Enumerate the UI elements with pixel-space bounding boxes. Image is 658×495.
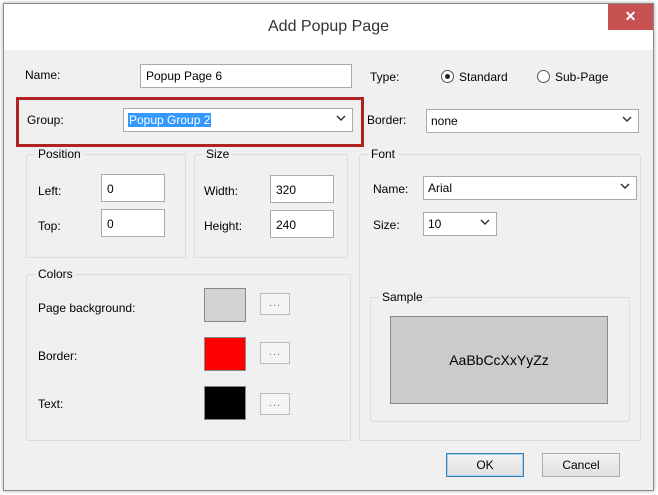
chevron-down-icon: [620, 183, 630, 190]
colors-caption: Colors: [35, 267, 76, 281]
title-bar: Add Popup Page ✕: [4, 4, 653, 50]
top-input[interactable]: 0: [101, 209, 165, 237]
font-caption: Font: [368, 147, 399, 161]
size-group: Size: [194, 147, 348, 258]
sample-preview: AaBbCcXxYyZz: [390, 316, 608, 404]
group-value: Popup Group 2: [128, 113, 212, 127]
chevron-down-icon: [480, 219, 490, 226]
size-caption: Size: [203, 147, 233, 161]
sample-caption: Sample: [379, 290, 426, 304]
font-name-value: Arial: [428, 181, 453, 195]
add-popup-page-dialog: Add Popup Page ✕ Name: Popup Page 6 Type…: [3, 3, 654, 491]
position-group: Position: [26, 147, 186, 258]
width-input[interactable]: 320: [270, 175, 334, 203]
page-background-label: Page background:: [38, 301, 136, 315]
page-background-browse-button[interactable]: ...: [260, 293, 290, 315]
dialog-title: Add Popup Page: [268, 18, 389, 35]
width-label: Width:: [204, 184, 239, 198]
top-label: Top:: [38, 219, 61, 233]
text-color-browse-button[interactable]: ...: [260, 393, 290, 415]
text-color-label: Text:: [38, 397, 64, 411]
type-subpage-radio[interactable]: [537, 70, 550, 83]
border-label: Border:: [367, 113, 407, 127]
font-size-dropdown[interactable]: 10: [423, 212, 497, 236]
border-color-swatch[interactable]: [204, 337, 246, 371]
type-label: Type:: [370, 70, 400, 84]
border-color-label: Border:: [38, 349, 78, 363]
page-background-swatch[interactable]: [204, 288, 246, 322]
name-label: Name:: [25, 68, 61, 82]
chevron-down-icon: [336, 115, 346, 122]
type-subpage-label[interactable]: Sub-Page: [555, 70, 608, 84]
ok-button[interactable]: OK: [446, 453, 524, 477]
font-size-value: 10: [428, 217, 442, 231]
text-color-swatch[interactable]: [204, 386, 246, 420]
chevron-down-icon: [622, 116, 632, 123]
type-standard-radio[interactable]: [441, 70, 454, 83]
font-name-dropdown[interactable]: Arial: [423, 176, 637, 200]
left-input[interactable]: 0: [101, 174, 165, 202]
group-label: Group:: [27, 113, 64, 127]
cancel-button[interactable]: Cancel: [542, 453, 620, 477]
close-icon[interactable]: ✕: [608, 4, 653, 30]
name-input[interactable]: Popup Page 6: [140, 64, 352, 88]
height-input[interactable]: 240: [270, 210, 334, 238]
group-dropdown[interactable]: Popup Group 2: [123, 108, 353, 132]
height-label: Height:: [204, 219, 243, 233]
font-name-label: Name:: [373, 182, 409, 196]
border-color-browse-button[interactable]: ...: [260, 342, 290, 364]
position-caption: Position: [35, 147, 84, 161]
border-value: none: [431, 114, 458, 128]
left-label: Left:: [38, 184, 62, 198]
border-dropdown[interactable]: none: [426, 109, 639, 133]
type-standard-label[interactable]: Standard: [459, 70, 508, 84]
font-size-label: Size:: [373, 218, 400, 232]
